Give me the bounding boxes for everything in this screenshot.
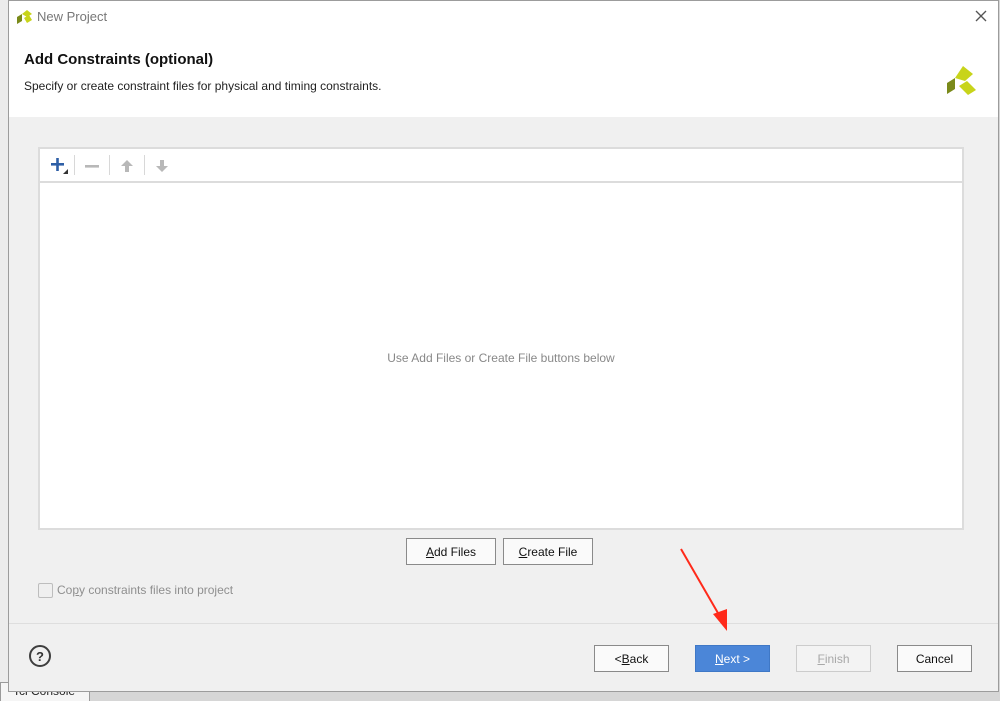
move-down-icon <box>156 160 168 172</box>
add-files-button[interactable]: Add Files <box>406 538 496 565</box>
title-bar: New Project <box>9 1 998 33</box>
page-subtitle: Specify or create constraint files for p… <box>24 79 382 93</box>
help-button[interactable]: ? <box>29 645 51 667</box>
add-button[interactable] <box>46 154 70 178</box>
toolbar-separator <box>109 155 110 175</box>
cancel-button[interactable]: Cancel <box>897 645 972 672</box>
copy-constraints-label: Copy constraints files into project <box>57 583 234 597</box>
file-list-toolbar <box>40 149 962 183</box>
back-button[interactable]: < Back <box>594 645 669 672</box>
remove-icon <box>85 165 99 168</box>
move-up-button[interactable] <box>115 154 139 178</box>
vivado-logo-icon <box>947 66 976 95</box>
window-title: New Project <box>37 9 108 24</box>
constraints-file-list[interactable]: Use Add Files or Create File buttons bel… <box>38 147 964 530</box>
new-project-dialog: New Project Add Constraints (optional) S… <box>8 0 999 692</box>
move-up-icon <box>121 160 133 172</box>
close-icon <box>975 10 987 22</box>
toolbar-separator <box>74 155 75 175</box>
finish-button: Finish <box>796 645 871 672</box>
page-header: Add Constraints (optional) Specify or cr… <box>9 32 998 117</box>
vivado-logo-icon <box>17 10 32 24</box>
footer-divider <box>9 623 998 624</box>
toolbar-separator <box>144 155 145 175</box>
empty-list-message: Use Add Files or Create File buttons bel… <box>387 351 615 365</box>
copy-constraints-checkbox[interactable] <box>38 583 53 598</box>
page-title: Add Constraints (optional) <box>24 51 214 68</box>
next-button[interactable]: Next > <box>695 645 770 672</box>
add-icon <box>51 158 68 174</box>
move-down-button[interactable] <box>150 154 174 178</box>
close-button[interactable] <box>968 4 994 28</box>
create-file-button[interactable]: Create File <box>503 538 593 565</box>
remove-button[interactable] <box>80 154 104 178</box>
